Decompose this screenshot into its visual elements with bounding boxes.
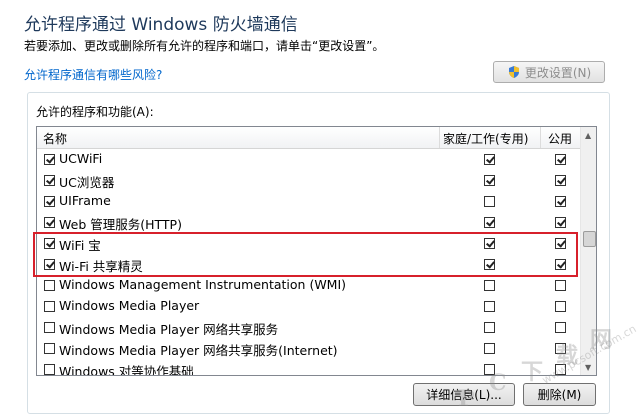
change-settings-label: 更改设置(N): [524, 65, 592, 80]
program-enabled-checkbox[interactable]: [44, 301, 55, 312]
table-row[interactable]: UIFrame: [37, 191, 580, 212]
public-network-checkbox[interactable]: [555, 322, 566, 333]
program-name: Windows Media Player 网络共享服务: [59, 322, 279, 337]
column-header-name[interactable]: 名称: [43, 130, 67, 147]
public-network-checkbox[interactable]: [555, 280, 566, 291]
watermark-letter: 下: [521, 359, 544, 385]
page-title: 允许程序通过 Windows 防火墙通信: [24, 15, 298, 35]
program-name: Windows Media Player: [59, 298, 200, 313]
program-name: UCWiFi: [59, 151, 103, 166]
table-row[interactable]: Web 管理服务(HTTP): [37, 212, 580, 233]
table-row[interactable]: UCWiFi: [37, 149, 580, 170]
program-enabled-checkbox[interactable]: [44, 196, 55, 207]
program-name: Windows Media Player 网络共享服务(Internet): [59, 343, 338, 358]
program-enabled-checkbox[interactable]: [44, 217, 55, 228]
scroll-down-arrow-icon[interactable]: ▼: [585, 363, 591, 372]
watermark-letter: C: [489, 370, 507, 396]
program-name: UC浏览器: [59, 175, 115, 190]
home-network-checkbox[interactable]: [484, 175, 495, 186]
program-name: Windows Management Instrumentation (WMI): [59, 277, 347, 292]
program-enabled-checkbox[interactable]: [44, 280, 55, 291]
home-network-checkbox[interactable]: [484, 154, 495, 165]
program-enabled-checkbox[interactable]: [44, 175, 55, 186]
column-header-public[interactable]: 公用: [548, 130, 572, 147]
public-network-checkbox[interactable]: [555, 217, 566, 228]
home-network-checkbox[interactable]: [484, 301, 495, 312]
program-enabled-checkbox[interactable]: [44, 364, 55, 375]
program-name: UIFrame: [59, 193, 111, 208]
home-network-checkbox[interactable]: [484, 217, 495, 228]
home-network-checkbox[interactable]: [484, 196, 495, 207]
table-row[interactable]: Windows Media Player 网络共享服务: [37, 317, 580, 338]
page-subtitle: 若要添加、更改或删除所有允许的程序和端口，请单击“更改设置”。: [24, 39, 385, 53]
program-name: Windows 对等协作基础: [59, 364, 194, 376]
change-settings-button[interactable]: 更改设置(N): [493, 61, 605, 83]
uac-shield-icon: [508, 66, 519, 78]
home-network-checkbox[interactable]: [484, 280, 495, 291]
program-enabled-checkbox[interactable]: [44, 322, 55, 333]
program-enabled-checkbox[interactable]: [44, 154, 55, 165]
program-enabled-checkbox[interactable]: [44, 343, 55, 354]
table-row[interactable]: UC浏览器: [37, 170, 580, 191]
program-name: Web 管理服务(HTTP): [59, 217, 182, 232]
table-row[interactable]: Windows Media Player: [37, 296, 580, 317]
scroll-up-arrow-icon[interactable]: ▲: [585, 131, 591, 140]
table-row[interactable]: Windows Management Instrumentation (WMI): [37, 275, 580, 296]
public-network-checkbox[interactable]: [555, 301, 566, 312]
risk-help-link[interactable]: 允许程序通信有哪些风险?: [24, 66, 162, 83]
highlight-box: [33, 232, 578, 277]
home-network-checkbox[interactable]: [484, 322, 495, 333]
column-header-home[interactable]: 家庭/工作(专用): [443, 130, 528, 147]
allowed-programs-label: 允许的程序和功能(A):: [36, 105, 154, 119]
remove-button[interactable]: 删除(M): [523, 383, 596, 406]
public-network-checkbox[interactable]: [555, 154, 566, 165]
list-header: 名称 家庭/工作(专用) 公用: [37, 127, 580, 149]
public-network-checkbox[interactable]: [555, 175, 566, 186]
scroll-thumb[interactable]: [583, 231, 596, 247]
watermark-letter: P: [458, 386, 475, 412]
table-row[interactable]: Windows Media Player 网络共享服务(Internet): [37, 338, 580, 359]
home-network-checkbox[interactable]: [484, 343, 495, 354]
public-network-checkbox[interactable]: [555, 196, 566, 207]
